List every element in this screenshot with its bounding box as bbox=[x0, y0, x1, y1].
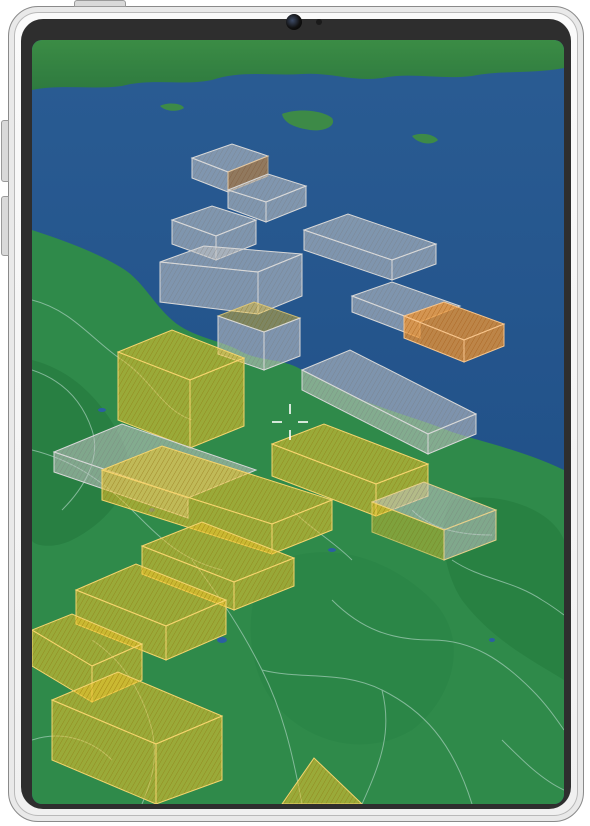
volume-down-button bbox=[1, 196, 9, 256]
front-camera bbox=[286, 14, 302, 30]
light-sensor bbox=[316, 19, 322, 25]
volume-up-button bbox=[1, 120, 9, 182]
map-canvas[interactable] bbox=[32, 40, 564, 804]
map-screen[interactable] bbox=[32, 40, 564, 804]
power-button bbox=[74, 0, 126, 7]
airspace-volume[interactable] bbox=[159, 245, 303, 315]
